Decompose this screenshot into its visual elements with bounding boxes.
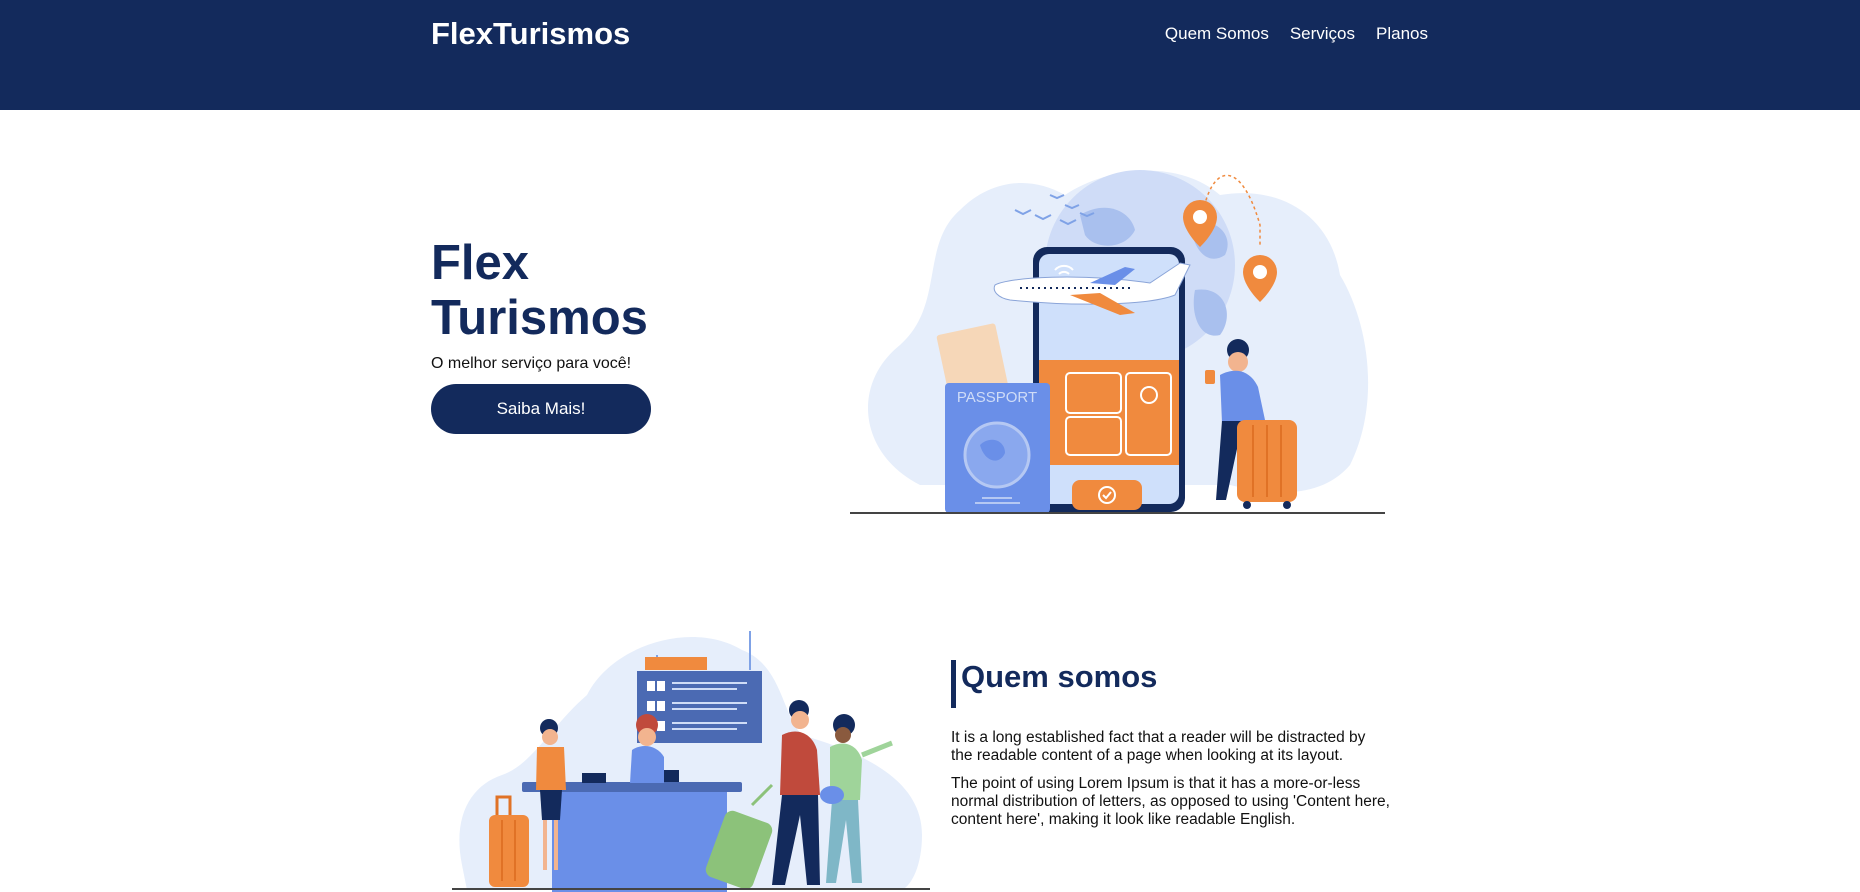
nav-link-quem-somos[interactable]: Quem Somos <box>1165 24 1269 44</box>
hero-subtitle: O melhor serviço para você! <box>431 355 632 372</box>
airport-checkin-illustration <box>452 631 930 892</box>
hero-title: Flex Turismos <box>431 236 711 346</box>
about-title: Quem somos <box>961 659 1158 694</box>
hero-title-line2: Turismos <box>431 291 648 345</box>
travel-illustration: PASSPORT <box>850 170 1385 514</box>
about-paragraph: The point of using Lorem Ipsum is that i… <box>951 775 1390 828</box>
hero-title-line1: Flex <box>431 236 530 290</box>
saiba-mais-button[interactable]: Saiba Mais! <box>431 384 651 434</box>
brand-logo[interactable]: FlexTurismos <box>431 16 630 52</box>
top-navbar: FlexTurismos Quem Somos Serviços Planos <box>0 0 1860 110</box>
about-paragraph: It is a long established fact that a rea… <box>951 729 1366 764</box>
nav-link-planos[interactable]: Planos <box>1376 24 1428 44</box>
passport-icon: PASSPORT <box>945 383 1050 513</box>
section-accent-bar <box>951 660 956 708</box>
svg-text:PASSPORT: PASSPORT <box>957 389 1037 406</box>
suitcase-icon <box>1237 420 1297 509</box>
main-nav: Quem Somos Serviços Planos <box>1165 24 1428 44</box>
nav-link-servicos[interactable]: Serviços <box>1290 24 1355 44</box>
